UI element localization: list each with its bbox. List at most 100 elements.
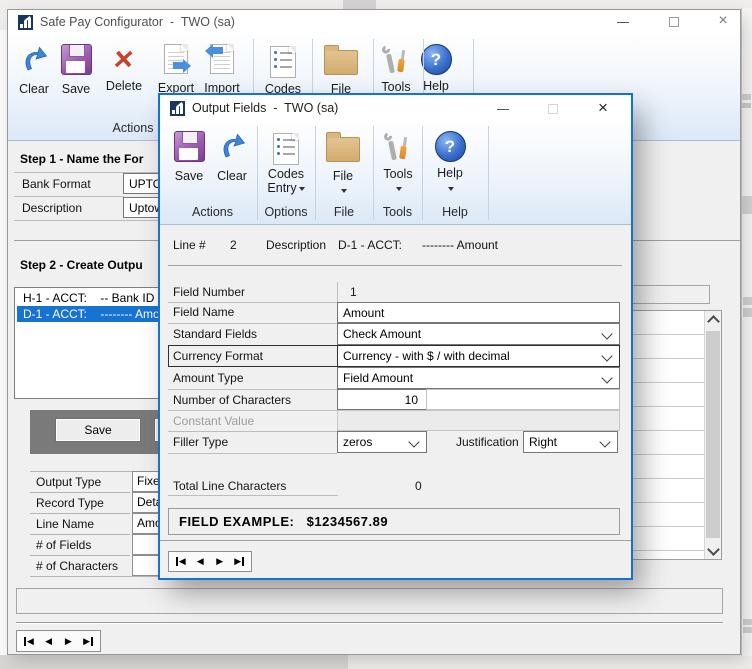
main-titlebar: Safe Pay Configurator - TWO (sa) × (8, 10, 740, 36)
background-fragment (743, 297, 752, 305)
screen: Safe Pay Configurator - TWO (sa) × Clear… (0, 0, 752, 669)
number-of-characters-input[interactable]: 10 (337, 389, 427, 410)
justification-label: Justification (456, 432, 519, 453)
group-label-file: File (315, 205, 373, 219)
first-record-button[interactable]: ◀ (173, 554, 189, 570)
background-fragment (743, 627, 752, 633)
dialog-minimize-button[interactable] (488, 97, 518, 121)
floppy-disk-icon (57, 41, 95, 77)
field-name-input[interactable]: Amount (337, 302, 620, 323)
divider (30, 492, 130, 493)
chevron-down-icon (601, 372, 612, 383)
save-button[interactable]: Save (55, 418, 141, 442)
scroll-up-button[interactable] (705, 311, 721, 328)
close-button[interactable]: × (708, 10, 738, 34)
dialog-record-navigator: ◀ ◀ ▶ ▶ (168, 551, 252, 572)
field-number-label: Field Number (173, 282, 245, 303)
dialog-toolbar-save[interactable]: Save (168, 128, 210, 183)
number-of-characters-label: Number of Characters (173, 390, 291, 411)
chevron-down-icon (408, 436, 419, 447)
dialog-toolbar-codes-entry[interactable]: Codes Entry (263, 128, 309, 195)
dialog-maximize-button (538, 97, 568, 121)
chevron-up-icon (707, 315, 720, 328)
folder-icon (322, 41, 360, 77)
next-record-button[interactable]: ▶ (212, 554, 228, 570)
total-line-characters-label: Total Line Characters (173, 476, 286, 497)
next-record-button[interactable]: ▶ (61, 633, 77, 649)
chevron-down-icon (601, 328, 612, 339)
group-label-actions: Actions (168, 205, 257, 219)
dropdown-caret-icon (396, 187, 402, 191)
filler-type-dropdown[interactable]: zeros (337, 431, 427, 453)
description-label: Description (22, 201, 82, 215)
step1-heading: Step 1 - Name the For (20, 152, 143, 166)
vertical-scrollbar[interactable] (704, 311, 721, 559)
toolbar-button-import[interactable]: Import (199, 41, 245, 95)
row-divider (168, 453, 337, 454)
group-label-tools: Tools (373, 205, 422, 219)
status-box (16, 588, 723, 614)
background-fragment (742, 103, 751, 108)
dialog-titlebar: Output Fields - TWO (sa) × (160, 95, 631, 123)
folder-icon (324, 128, 362, 164)
minimize-button[interactable] (608, 10, 638, 34)
toolbar-separator (488, 126, 489, 220)
header-divider (168, 265, 622, 266)
num-chars-label: # of Characters (36, 559, 118, 573)
standard-fields-dropdown[interactable]: Check Amount (337, 323, 620, 345)
toolbar-button-help[interactable]: ? Help (413, 41, 459, 93)
constant-value-label: Constant Value (173, 411, 254, 432)
background-window-fragment-bottom (0, 653, 348, 669)
toolbar-button-export[interactable]: Export (153, 41, 199, 95)
toolbar-button-file[interactable]: File (318, 41, 364, 96)
amount-type-label: Amount Type (173, 368, 244, 389)
output-fields-dialog: Output Fields - TWO (sa) × Save Clear (160, 95, 631, 578)
field-example-text: FIELD EXAMPLE: $1234567.89 (179, 514, 388, 529)
help-circle-icon: ? (431, 128, 469, 164)
currency-format-dropdown[interactable]: Currency - with $ / with decimal (337, 345, 620, 367)
scrollbar-thumb[interactable] (706, 331, 720, 538)
background-fragment (743, 308, 752, 317)
divider (14, 196, 124, 197)
previous-record-button[interactable]: ◀ (41, 633, 57, 649)
document-import-icon (203, 41, 241, 77)
divider (30, 513, 130, 514)
dialog-close-button[interactable]: × (588, 97, 618, 121)
dialog-toolbar-file[interactable]: File (321, 128, 365, 201)
justification-dropdown[interactable]: Right (523, 431, 618, 453)
background-fragment (742, 196, 752, 214)
maximize-button[interactable] (659, 10, 689, 34)
dialog-title: Output Fields - TWO (sa) (192, 101, 338, 115)
dialog-toolbar: Save Clear Codes Entry File (160, 122, 631, 225)
footer-divider (16, 622, 723, 624)
chevron-down-icon (707, 543, 720, 556)
red-x-icon: × (105, 41, 143, 77)
first-record-button[interactable]: ◀ (21, 633, 37, 649)
background-fragment (742, 94, 751, 100)
output-type-label: Output Type (36, 475, 101, 489)
toolbar-button-save[interactable]: Save (53, 41, 99, 96)
last-record-button[interactable]: ▶ (80, 633, 96, 649)
currency-format-label: Currency Format (173, 346, 263, 367)
divider (30, 534, 130, 535)
scroll-down-button[interactable] (705, 542, 721, 559)
toolbar-button-clear[interactable]: Clear (11, 41, 57, 96)
toolbar-button-codes[interactable]: Codes (260, 41, 306, 96)
step2-heading: Step 2 - Create Outpu (20, 258, 143, 272)
previous-record-button[interactable]: ◀ (193, 554, 209, 570)
codes-list-icon (267, 131, 305, 167)
last-record-button[interactable]: ▶ (232, 554, 248, 570)
toolbar-button-delete[interactable]: × Delete (101, 41, 147, 93)
dialog-toolbar-clear[interactable]: Clear (211, 128, 253, 183)
undo-arrow-icon (213, 128, 251, 164)
nav-bar (91, 637, 93, 646)
dialog-toolbar-help[interactable]: ? Help (428, 128, 472, 198)
bank-format-label: Bank Format (22, 177, 91, 191)
line-number-label: Line # (173, 235, 206, 256)
amount-type-dropdown[interactable]: Field Amount (337, 367, 620, 389)
divider (14, 220, 162, 221)
standard-fields-label: Standard Fields (173, 324, 257, 345)
background-window-fragment-left (0, 30, 8, 654)
dialog-toolbar-tools[interactable]: Tools (376, 128, 420, 199)
floppy-disk-icon (170, 128, 208, 164)
